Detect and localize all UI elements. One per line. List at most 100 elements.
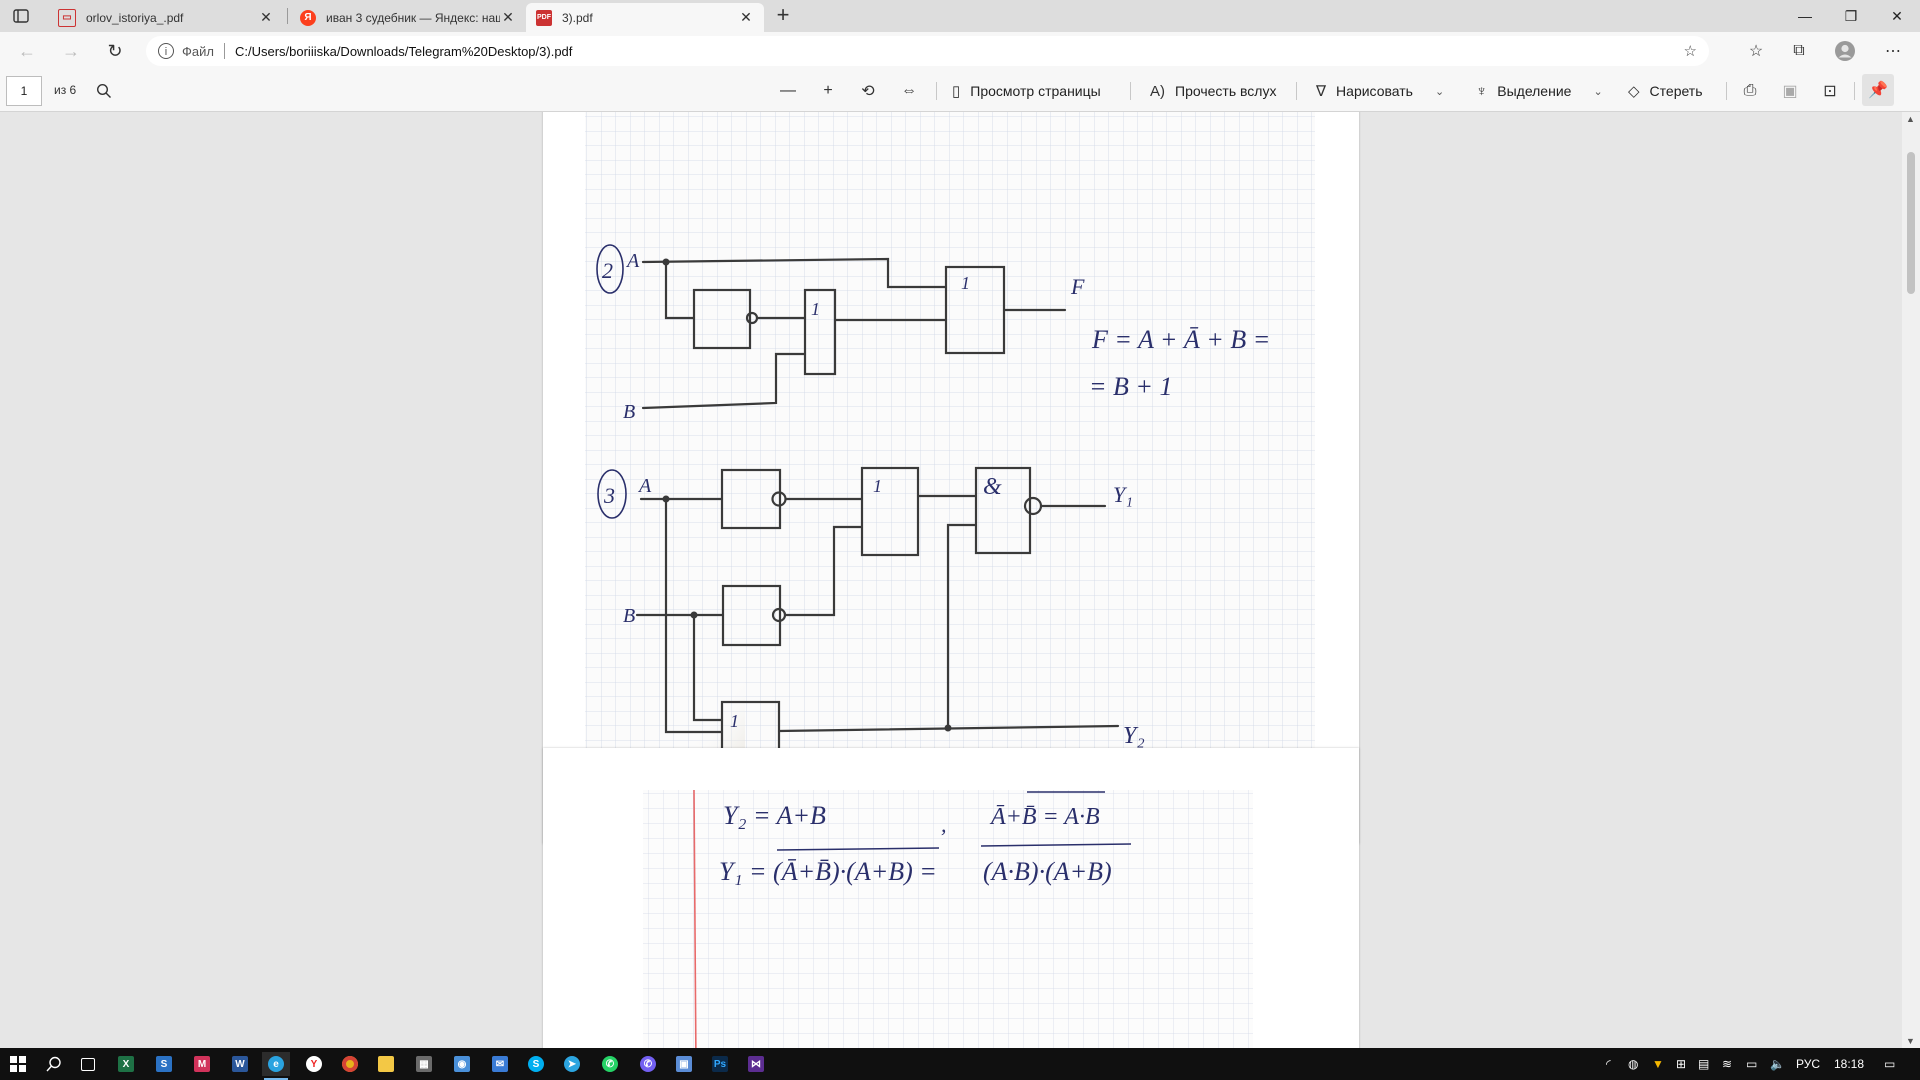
- photoshop-icon[interactable]: Ps: [706, 1052, 734, 1076]
- favorites-icon[interactable]: ☆: [1743, 40, 1769, 62]
- restore-icon[interactable]: ❐: [1828, 0, 1874, 32]
- skype-icon[interactable]: S: [522, 1052, 550, 1076]
- draw-button[interactable]: ∇ Нарисовать ⌄: [1316, 80, 1444, 102]
- search-icon[interactable]: [40, 1052, 68, 1076]
- page-number-input[interactable]: 1: [6, 76, 42, 106]
- battery-icon[interactable]: ▭: [1746, 1057, 1757, 1071]
- divider: [223, 43, 225, 59]
- add-favorite-icon[interactable]: ☆: [1684, 42, 1697, 60]
- word-icon[interactable]: W: [226, 1052, 254, 1076]
- svg-text:Y₂ = A+B: Y₂ = A+B: [723, 801, 826, 830]
- profile-icon[interactable]: [1832, 40, 1858, 62]
- save-icon[interactable]: ▣: [1778, 80, 1802, 102]
- app-icon[interactable]: ▣: [670, 1052, 698, 1076]
- new-tab-button[interactable]: +: [770, 4, 796, 28]
- close-tab-icon[interactable]: ✕: [738, 9, 754, 26]
- svg-text:= B + 1: = B + 1: [1089, 372, 1172, 401]
- svg-text:Y₁: Y₁: [1113, 482, 1133, 507]
- url-text[interactable]: C:/Users/boriiiska/Downloads/Telegram%20…: [235, 44, 572, 59]
- windows-start-icon[interactable]: [4, 1052, 32, 1076]
- file-explorer-icon[interactable]: [372, 1052, 400, 1076]
- scroll-down-icon[interactable]: ▼: [1906, 1036, 1915, 1046]
- erase-label: Стереть: [1649, 83, 1703, 99]
- viber-icon[interactable]: ✆: [634, 1052, 662, 1076]
- svg-text:Ā+B̄ = A·B: Ā+B̄ = A·B: [989, 804, 1100, 830]
- erase-button[interactable]: ◇ Стереть: [1628, 80, 1703, 102]
- excel-icon[interactable]: X: [112, 1052, 140, 1076]
- chevron-down-icon[interactable]: ⌄: [1435, 85, 1444, 98]
- chrome-icon[interactable]: [336, 1052, 364, 1076]
- draw-label: Нарисовать: [1336, 83, 1413, 99]
- forward-icon[interactable]: →: [58, 39, 84, 63]
- rotate-icon[interactable]: ⟲: [856, 80, 880, 102]
- zoom-in-icon[interactable]: +: [816, 80, 840, 102]
- scroll-up-icon[interactable]: ▲: [1906, 114, 1915, 124]
- app-icon[interactable]: S: [150, 1052, 178, 1076]
- edge-icon[interactable]: e: [262, 1052, 290, 1080]
- svg-text:1: 1: [730, 711, 739, 731]
- mail-icon[interactable]: ✉: [486, 1052, 514, 1076]
- chevron-down-icon[interactable]: ⌄: [1593, 85, 1602, 98]
- print-icon[interactable]: ⎙: [1738, 80, 1762, 102]
- app-icon[interactable]: ◉: [448, 1052, 476, 1076]
- toolbar-separator: [1130, 82, 1131, 100]
- page-1-photo: 2 A B 1 1 F F = A + Ā + B = = B + 1 3 A …: [585, 112, 1315, 787]
- yandex-icon: Я: [300, 9, 316, 26]
- refresh-icon[interactable]: ↻: [102, 39, 128, 63]
- highlight-icon: ♆: [1476, 82, 1488, 100]
- tab-strip: ▭ orlov_istoriya_.pdf ✕ Я иван 3 судебни…: [0, 0, 1920, 32]
- draw-icon: ∇: [1316, 83, 1327, 100]
- tray-app-icon[interactable]: ◍: [1628, 1057, 1638, 1071]
- store-icon[interactable]: ▦: [410, 1052, 438, 1076]
- zoom-out-icon[interactable]: —: [776, 80, 800, 102]
- vertical-scrollbar[interactable]: ▲ ▼: [1902, 112, 1920, 1048]
- language-indicator[interactable]: РУС: [1796, 1057, 1820, 1071]
- close-tab-icon[interactable]: ✕: [258, 9, 274, 26]
- svg-text:1: 1: [811, 299, 820, 319]
- close-window-icon[interactable]: ✕: [1874, 0, 1920, 32]
- clock[interactable]: 18:18: [1834, 1057, 1864, 1071]
- yandex-browser-icon[interactable]: Y: [300, 1052, 328, 1076]
- highlight-label: Выделение: [1497, 83, 1572, 99]
- document-viewport[interactable]: 2 A B 1 1 F F = A + Ā + B = = B + 1 3 A …: [0, 112, 1902, 1048]
- more-options-icon[interactable]: ⋯: [1880, 40, 1906, 62]
- tab-yandex[interactable]: Я иван 3 судебник — Яндекс: нашлось ✕: [290, 3, 526, 32]
- save-as-icon[interactable]: ⊡: [1818, 80, 1842, 102]
- tray-app-icon[interactable]: ▼: [1652, 1057, 1664, 1071]
- svg-text:F: F: [1070, 274, 1085, 299]
- back-icon[interactable]: ←: [14, 39, 40, 63]
- app-icon[interactable]: M: [188, 1052, 216, 1076]
- pin-toolbar-icon[interactable]: 📌: [1862, 74, 1894, 106]
- page-view-button[interactable]: ▯ Просмотр страницы: [952, 80, 1101, 102]
- volume-icon[interactable]: 🔈: [1770, 1057, 1785, 1071]
- svg-text:A: A: [625, 250, 640, 272]
- scroll-thumb[interactable]: [1907, 152, 1915, 294]
- tab-orlov[interactable]: ▭ orlov_istoriya_.pdf ✕: [48, 3, 284, 32]
- search-icon[interactable]: [92, 80, 116, 102]
- highlight-button[interactable]: ♆ Выделение ⌄: [1476, 80, 1603, 102]
- tab-actions-icon[interactable]: [12, 7, 30, 25]
- fit-page-icon[interactable]: ⇔: [897, 80, 921, 102]
- tray-app-icon[interactable]: ▤: [1698, 1057, 1709, 1071]
- info-icon[interactable]: i: [158, 43, 174, 59]
- close-tab-icon[interactable]: ✕: [500, 9, 516, 26]
- minimize-icon[interactable]: —: [1782, 0, 1828, 32]
- notifications-icon[interactable]: ▭: [1884, 1057, 1895, 1071]
- read-aloud-icon: A): [1150, 82, 1165, 100]
- tab-3pdf[interactable]: PDF 3).pdf ✕: [526, 3, 764, 32]
- toolbar-separator: [1726, 82, 1727, 100]
- page-2-photo: Y₂ = A+B , Ā+B̄ = A·B Y₁ = (Ā+B̄)·(A+B) …: [643, 789, 1253, 1048]
- network-icon[interactable]: ◜: [1606, 1057, 1611, 1071]
- tab-title: orlov_istoriya_.pdf: [86, 10, 184, 25]
- wifi-icon[interactable]: ≋: [1722, 1057, 1732, 1071]
- url-field[interactable]: i Файл C:/Users/boriiiska/Downloads/Tele…: [146, 36, 1709, 66]
- collections-icon[interactable]: ⧉: [1786, 40, 1812, 62]
- read-aloud-button[interactable]: A) Прочесть вслух: [1150, 80, 1276, 102]
- task-view-icon[interactable]: [74, 1052, 102, 1076]
- whatsapp-icon[interactable]: ✆: [596, 1052, 624, 1076]
- visual-studio-icon[interactable]: ⋈: [742, 1052, 770, 1076]
- tray-app-icon[interactable]: ⊞: [1676, 1057, 1686, 1071]
- svg-text:3: 3: [603, 483, 615, 508]
- telegram-icon[interactable]: ➤: [558, 1052, 586, 1076]
- address-bar: ← → ↻ i Файл C:/Users/boriiiska/Download…: [0, 32, 1920, 70]
